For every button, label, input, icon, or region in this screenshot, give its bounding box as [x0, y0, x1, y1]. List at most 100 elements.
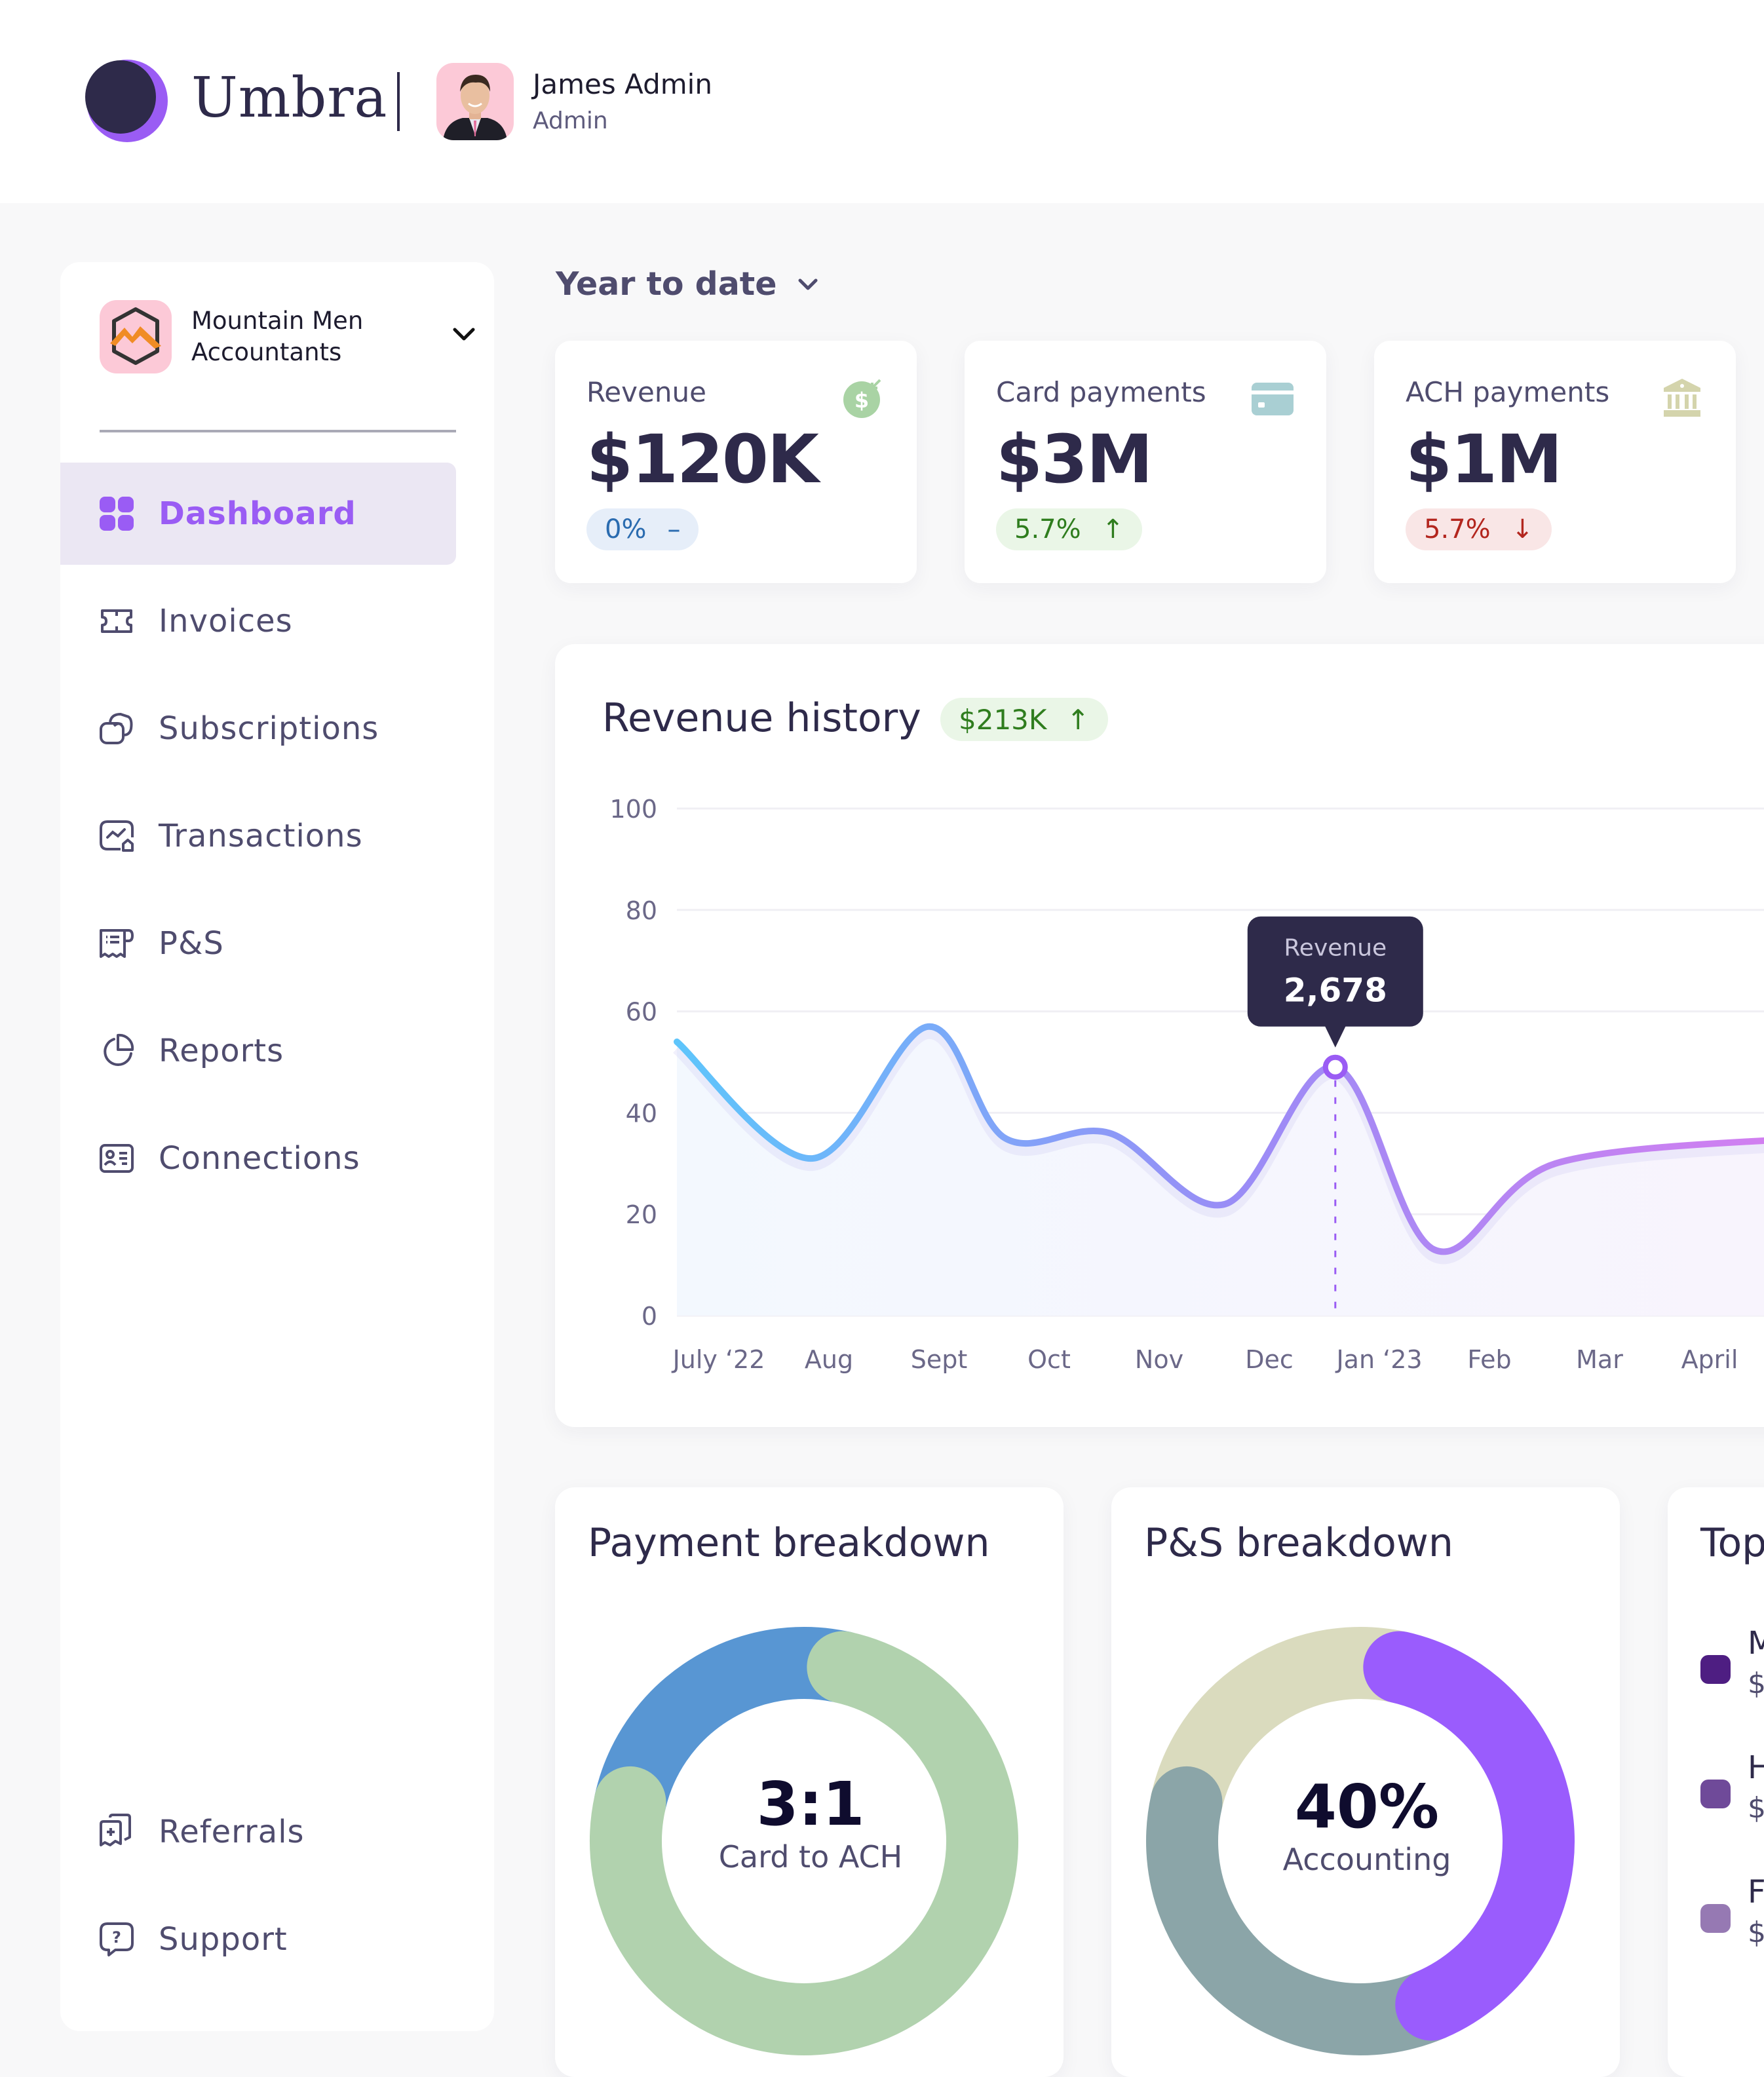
kpi-card-revenue[interactable]: Revenue $ $120K 0% – — [555, 341, 917, 583]
x-tick-label: Nov — [1135, 1345, 1183, 1374]
kpi-value: $1M — [1406, 421, 1562, 499]
donut-center-label: Card to ACH — [718, 1839, 903, 1875]
donut-center-value: 40% — [1294, 1772, 1440, 1842]
org-name-line2: Accountants — [191, 338, 342, 366]
item-name: H — [1748, 1749, 1764, 1786]
tooltip-pointer — [1324, 1025, 1346, 1048]
sidebar-item-ps[interactable]: P&S — [60, 892, 456, 995]
highlight-point — [1322, 1054, 1348, 1080]
trend-badge: 0% – — [586, 508, 699, 550]
revenue-history-card: Revenue history $213K ↑ 0 20 40 60 80 100 July… — [555, 644, 1764, 1427]
sidebar-item-label: Dashboard — [159, 495, 356, 532]
sidebar-item-connections[interactable]: Connections — [60, 1107, 456, 1210]
item-value: $ — [1748, 1667, 1764, 1700]
sidebar: Mountain Men Accountants Dashboard Invoi… — [60, 262, 494, 2031]
period-selector[interactable]: Year to date — [556, 265, 821, 303]
kpi-title: Card payments — [996, 376, 1206, 408]
help-chat-icon: ? — [100, 1922, 134, 1956]
y-tick-label: 80 — [626, 896, 657, 925]
sidebar-item-referrals[interactable]: Referrals — [60, 1781, 456, 1883]
trend-value: 5.7% — [1424, 514, 1491, 544]
sidebar-item-subscriptions[interactable]: Subscriptions — [60, 677, 456, 780]
donut-center-value: 3:1 — [756, 1769, 865, 1839]
data-point — [1434, 1249, 1435, 1250]
revenue-line-chart[interactable]: 0 20 40 60 80 100 July ‘22 Aug Sept Oct Nov Dec Jan … — [555, 644, 1764, 1427]
svg-text:$: $ — [854, 388, 869, 413]
y-tick-label: 20 — [626, 1200, 657, 1229]
app-header: Umbra James Admin Admin — [0, 0, 1764, 203]
card-title: Top — [1700, 1520, 1764, 1566]
sidebar-item-label: Subscriptions — [159, 710, 379, 747]
kpi-card-ach-payments[interactable]: ACH payments $1M 5.7% ↓ — [1374, 341, 1736, 583]
user-avatar[interactable] — [436, 63, 514, 140]
brand-name: Umbra — [191, 66, 388, 130]
x-tick-label: July ‘22 — [672, 1345, 765, 1374]
data-point — [812, 1158, 813, 1159]
x-tick-label: April — [1681, 1345, 1738, 1374]
sidebar-item-label: Support — [159, 1921, 288, 1958]
data-point — [1109, 1132, 1110, 1134]
y-tick-label: 0 — [642, 1302, 657, 1331]
chevron-down-icon[interactable] — [451, 321, 477, 347]
sidebar-item-label: P&S — [159, 925, 224, 962]
org-switcher[interactable]: Mountain Men Accountants — [100, 300, 475, 379]
sidebar-item-label: Connections — [159, 1140, 360, 1177]
period-label: Year to date — [556, 265, 777, 303]
donut-center: 40% Accounting — [1151, 1772, 1583, 1877]
user-name: James Admin — [533, 68, 712, 100]
sidebar-item-label: Transactions — [159, 818, 363, 854]
sidebar-item-reports[interactable]: Reports — [60, 1000, 456, 1102]
sidebar-item-transactions[interactable]: Transactions — [60, 785, 456, 887]
sidebar-item-invoices[interactable]: Invoices — [60, 570, 456, 672]
donut-center: 3:1 Card to ACH — [594, 1769, 1027, 1875]
arrow-up-icon: ↑ — [1102, 514, 1124, 544]
person-photo-icon — [443, 75, 507, 140]
ps-breakdown-card: P&S breakdown 40% Accounting — [1111, 1487, 1620, 2077]
sidebar-item-support[interactable]: ? Support — [60, 1888, 456, 1991]
item-value: $ — [1748, 1791, 1764, 1825]
kpi-card-card-payments[interactable]: Card payments $3M 5.7% ↑ — [965, 341, 1326, 583]
color-swatch — [1700, 1904, 1731, 1933]
data-point — [927, 1026, 929, 1027]
data-point — [1225, 1204, 1226, 1205]
sidebar-divider — [100, 430, 456, 432]
card-title: P&S breakdown — [1144, 1520, 1453, 1566]
x-tick-label: Aug — [805, 1345, 853, 1374]
donut-center-label: Accounting — [1282, 1842, 1451, 1877]
color-swatch — [1700, 1655, 1731, 1684]
data-point — [1005, 1137, 1006, 1139]
umbra-logo-icon — [85, 60, 168, 142]
data-point — [676, 1041, 678, 1042]
y-tick-label: 100 — [609, 795, 657, 824]
trend-value: 0% — [605, 514, 647, 544]
area-fill — [677, 1026, 1764, 1316]
item-value: $ — [1748, 1916, 1764, 1949]
kpi-title: Revenue — [586, 376, 706, 408]
contact-card-icon — [100, 1144, 134, 1173]
sidebar-item-dashboard[interactable]: Dashboard — [60, 463, 456, 565]
trend-badge: 5.7% ↑ — [996, 508, 1143, 550]
kpi-value: $3M — [996, 421, 1153, 499]
kpi-title: ACH payments — [1406, 376, 1610, 408]
org-logo — [100, 300, 172, 373]
kpi-value: $120K — [586, 421, 819, 499]
receipt-icon — [100, 929, 134, 958]
svg-text:?: ? — [112, 1928, 121, 1947]
referral-icon — [100, 1814, 131, 1846]
chart-window-icon — [100, 820, 134, 852]
dashboard-grid-icon — [100, 497, 134, 531]
y-tick-label: 60 — [626, 998, 657, 1027]
pie-chart-icon — [104, 1033, 134, 1066]
trend-value: 5.7% — [1014, 514, 1081, 544]
color-swatch — [1700, 1780, 1731, 1808]
header-divider — [397, 72, 400, 131]
data-point — [1555, 1163, 1556, 1164]
arrow-down-icon: ↓ — [1511, 514, 1534, 544]
tooltip-label: Revenue — [1284, 935, 1387, 962]
x-tick-label: Mar — [1576, 1345, 1623, 1374]
bank-icon — [1664, 379, 1700, 417]
x-tick-label: Oct — [1027, 1345, 1071, 1374]
org-name: Mountain Men Accountants — [191, 305, 363, 368]
ticket-icon — [101, 609, 132, 633]
item-name: F — [1748, 1874, 1764, 1911]
